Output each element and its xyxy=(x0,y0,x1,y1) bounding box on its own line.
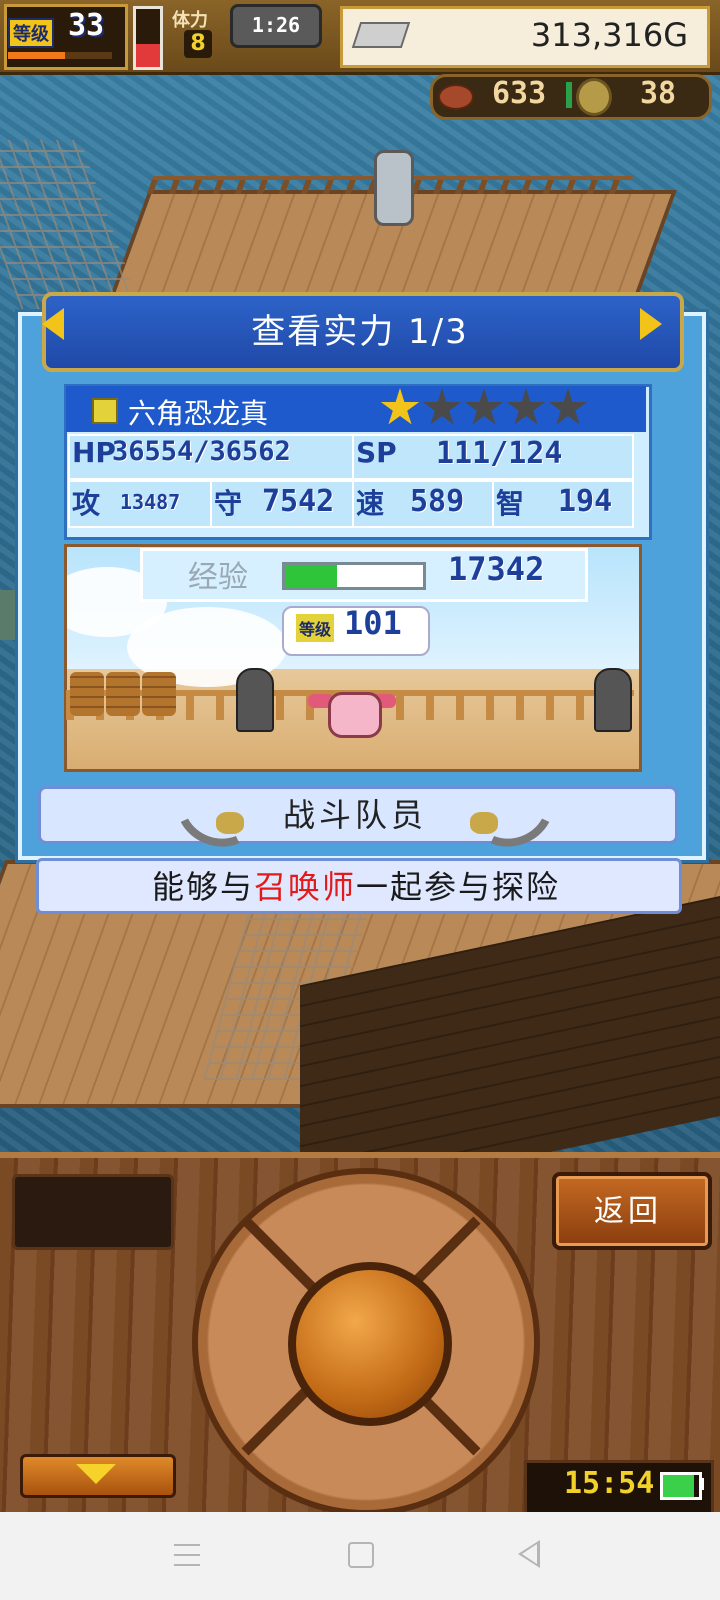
dialog-title: 查看实力 1/3 xyxy=(251,312,469,352)
description-highlight: 召唤师 xyxy=(253,868,356,906)
spd-value: 589 xyxy=(410,484,465,519)
barrel xyxy=(142,672,176,716)
chevron-down-icon xyxy=(76,1464,116,1484)
device-clock: 15:54 xyxy=(564,1466,655,1501)
sp-value: 111/124 xyxy=(436,436,563,471)
prev-arrow-icon[interactable] xyxy=(42,308,64,340)
medal-count: 38 xyxy=(640,76,677,111)
spd-label: 速 xyxy=(356,487,385,520)
stamina-label: 体力 xyxy=(172,10,208,31)
medal-coin-icon xyxy=(576,78,612,116)
barrel xyxy=(106,672,140,716)
character-level: 101 xyxy=(344,604,402,642)
level-exp-bar xyxy=(8,52,112,59)
side-npc xyxy=(0,590,16,640)
stamina-timer: 1:26 xyxy=(230,4,322,48)
battery-icon xyxy=(660,1472,702,1500)
description-pre: 能够与 xyxy=(151,868,254,906)
silver-bar-icon xyxy=(351,22,411,48)
atk-value: 13487 xyxy=(120,490,181,514)
description-post: 一起参与探险 xyxy=(356,868,561,906)
battery-cap xyxy=(699,1478,704,1490)
back-button-label: 返回 xyxy=(594,1194,662,1229)
axolotl-character xyxy=(328,692,382,738)
cannon-left xyxy=(236,668,274,732)
resource-separator xyxy=(566,82,572,108)
gold-amount: 313,316G xyxy=(530,16,688,54)
int-value: 194 xyxy=(558,484,613,519)
food-count: 633 xyxy=(492,76,547,111)
barrel xyxy=(70,672,104,716)
cannon-right xyxy=(594,668,632,732)
sp-label: SP xyxy=(356,436,397,469)
exp-label: 经验 xyxy=(188,560,248,595)
role-label: 战斗队员 xyxy=(282,796,427,834)
exp-bar xyxy=(282,562,426,590)
home-icon[interactable] xyxy=(348,1542,374,1568)
level-tag: 等级 xyxy=(296,614,335,642)
stamina-value: 8 xyxy=(184,30,212,58)
player-level: 33 xyxy=(68,8,105,43)
character-name: 六角恐龙真 xyxy=(128,397,269,430)
def-value: 7542 xyxy=(262,484,335,519)
recent-apps-icon[interactable] xyxy=(174,1544,200,1566)
exp-value: 17342 xyxy=(448,550,545,588)
atk-label: 攻 xyxy=(72,487,101,520)
next-arrow-icon[interactable] xyxy=(640,308,662,340)
hp-gauge xyxy=(133,6,163,70)
def-label: 守 xyxy=(214,487,243,520)
food-icon xyxy=(438,84,474,110)
hp-value: 36554/36562 xyxy=(112,436,291,467)
int-label: 智 xyxy=(496,487,525,520)
hp-label: HP xyxy=(72,436,116,469)
description-text: 能够与召唤师一起参与探险 xyxy=(36,862,676,908)
type-icon xyxy=(92,398,118,424)
lantern xyxy=(374,150,414,226)
dpad-center-button[interactable] xyxy=(288,1262,452,1426)
back-icon[interactable] xyxy=(518,1540,540,1568)
empty-slot xyxy=(12,1174,174,1250)
level-label: 等级 xyxy=(8,18,54,48)
